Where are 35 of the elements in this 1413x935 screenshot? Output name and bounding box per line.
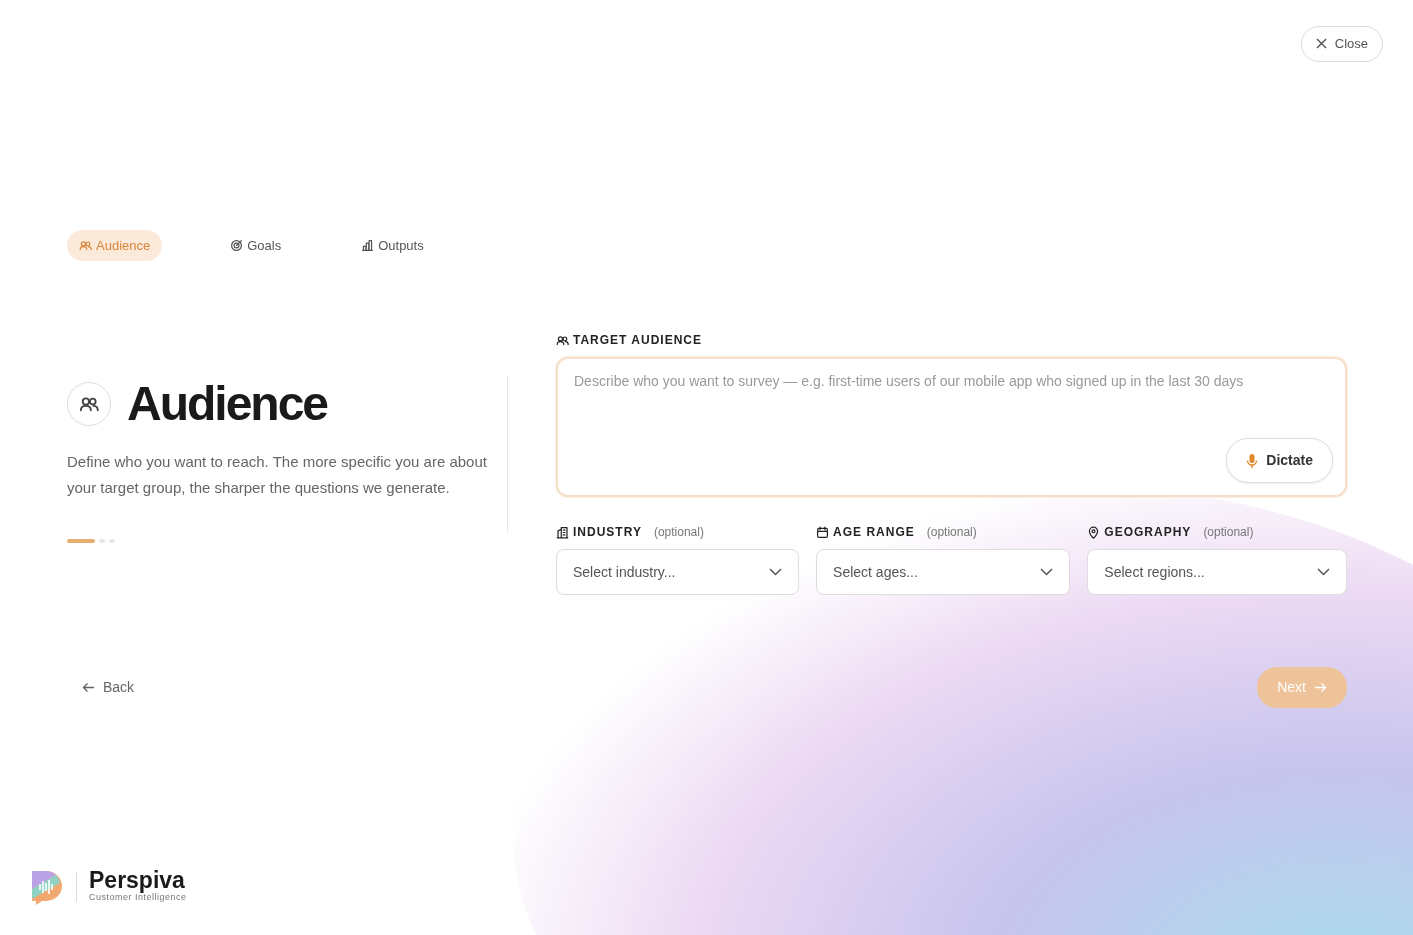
close-button[interactable]: Close: [1300, 26, 1383, 62]
target-icon: [230, 238, 244, 252]
chevron-down-icon: [769, 568, 783, 576]
field-label: GEOGRAPHY: [1104, 524, 1192, 541]
step-tab[interactable]: Outputs: [349, 229, 436, 261]
field-label: AGE RANGE: [833, 524, 915, 541]
people-icon: [79, 238, 92, 252]
building-icon: [556, 525, 569, 539]
audience-text-area[interactable]: Describe who you want to survey — e.g. first-time users of our mobile app who signed up in the last 30 days Dictate: [556, 357, 1347, 497]
optional-note: (optional): [1203, 524, 1254, 541]
optional-note: (optional): [653, 524, 704, 541]
dropdown-field[interactable]: Select industry...: [556, 549, 800, 595]
microphone-icon: [1246, 452, 1259, 469]
dictate-button[interactable]: Dictate: [1226, 438, 1333, 483]
logo-icon: [30, 869, 64, 905]
arrow-right-icon: [1314, 682, 1327, 693]
optional-note: (optional): [926, 524, 977, 541]
page-title: Audience: [127, 376, 328, 432]
dropdown-field[interactable]: Select ages...: [816, 549, 1071, 595]
dropdown-field[interactable]: Select regions...: [1087, 549, 1347, 595]
brand-name: Perspiva: [89, 869, 185, 892]
arrow-left-icon: [82, 682, 95, 693]
people-icon: [556, 333, 569, 347]
page-description: Define who you want to reach. The more specific you are about your target group, the sharper the questions we generate.: [67, 451, 488, 498]
brand-tagline: Customer Intelligence: [89, 892, 187, 905]
calendar-icon: [816, 525, 830, 539]
step-tab[interactable]: Goals: [218, 229, 294, 261]
back-button[interactable]: Back: [76, 676, 141, 699]
field-label: INDUSTRY: [573, 524, 642, 541]
close-icon: [1315, 38, 1327, 50]
location-pin-icon: [1087, 525, 1101, 539]
chevron-down-icon: [1040, 568, 1054, 576]
field-label: TARGET AUDIENCE: [573, 332, 702, 349]
bar-chart-icon: [361, 238, 375, 252]
chevron-down-icon: [1317, 568, 1330, 576]
